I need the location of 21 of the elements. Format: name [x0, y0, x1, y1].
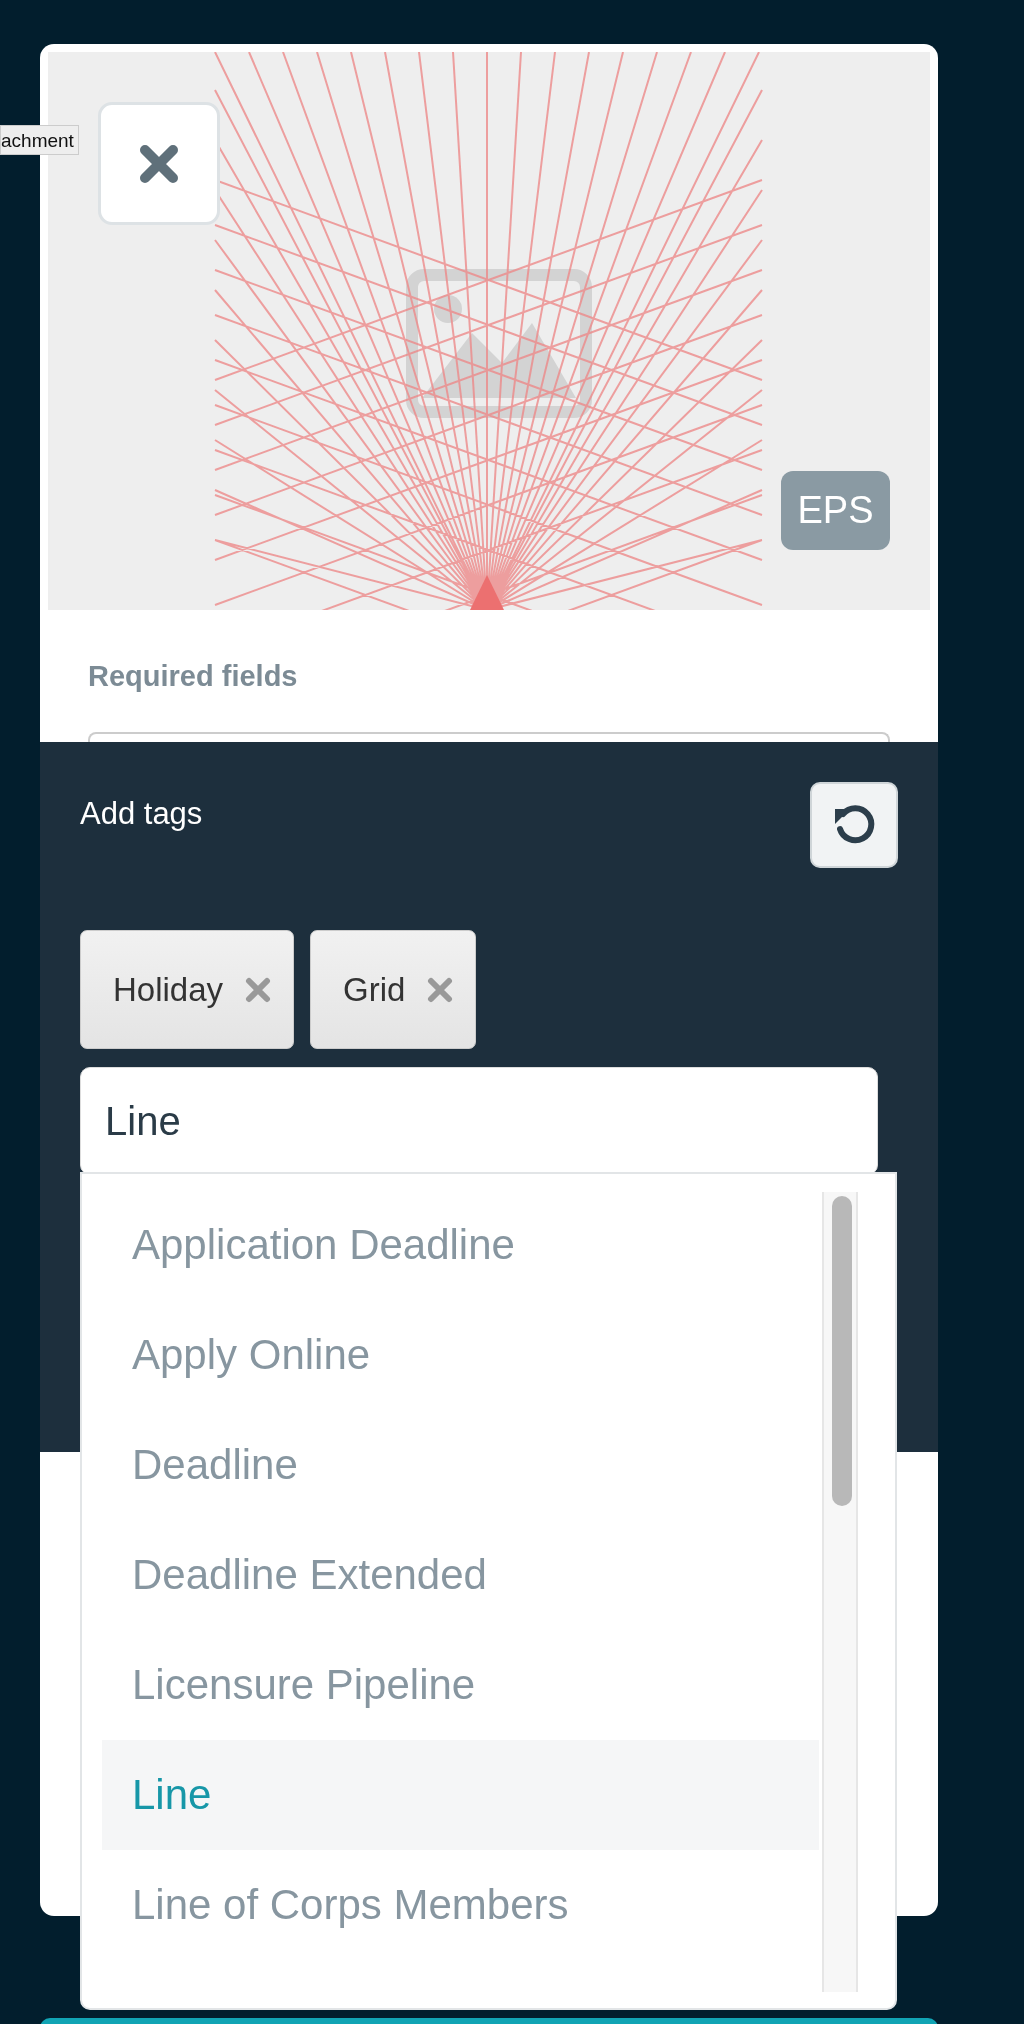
close-button[interactable] [98, 102, 220, 225]
section-heading: Required fields [87, 659, 299, 694]
remove-icon[interactable] [427, 976, 454, 1003]
scrollbar[interactable] [822, 1192, 858, 1992]
suggestion-item[interactable]: Line of Corps Members [102, 1850, 819, 1960]
tooltip: achment [0, 125, 79, 155]
suggestion-item[interactable]: Licensure Pipeline [102, 1630, 819, 1740]
tag-label: Holiday [113, 970, 224, 1009]
tag-label: Grid [343, 970, 406, 1009]
suggestion-item[interactable]: Line [102, 1740, 819, 1850]
format-badge: EPS [781, 471, 890, 550]
suggestion-item[interactable]: Deadline [102, 1410, 819, 1520]
suggestion-item[interactable]: Deadline Extended [102, 1520, 819, 1630]
suggestion-item[interactable]: Application Deadline [102, 1190, 819, 1300]
remove-icon[interactable] [245, 976, 272, 1003]
reset-button[interactable] [810, 782, 898, 868]
tag-input[interactable]: Line [80, 1067, 878, 1175]
close-icon [139, 143, 179, 184]
scrollbar-thumb[interactable] [832, 1196, 852, 1506]
suggestion-item[interactable]: Apply Online [102, 1300, 819, 1410]
panel-title: Add tags [80, 796, 203, 832]
